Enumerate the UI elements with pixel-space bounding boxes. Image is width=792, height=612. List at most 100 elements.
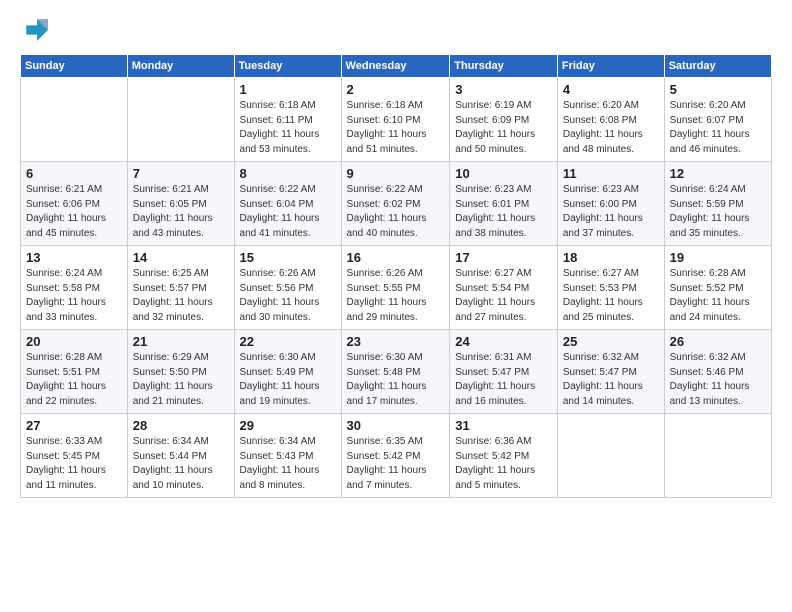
day-info: Sunrise: 6:24 AM Sunset: 5:59 PM Dayligh… [670,183,766,241]
day-info: Sunrise: 6:22 AM Sunset: 6:04 PM Dayligh… [240,183,336,241]
calendar-cell: 12Sunrise: 6:24 AM Sunset: 5:59 PM Dayli… [664,162,771,246]
calendar-cell [557,414,664,498]
calendar-cell: 31 Sunrise: 6:36 AM Sunset: 5:42 PM Dayli… [450,414,558,498]
day-info: Sunrise: 6:20 AM Sunset: 6:08 PM Dayligh… [563,99,659,157]
calendar-cell: 23 Sunrise: 6:30 AM Sunset: 5:48 PM Dayli… [341,330,450,414]
calendar-cell: 26 Sunrise: 6:32 AM Sunset: 5:46 PM Dayli… [664,330,771,414]
day-number: 3 [455,82,552,97]
calendar-cell: 4 Sunrise: 6:20 AM Sunset: 6:08 PM Daylig… [557,78,664,162]
day-number: 31 [455,418,552,433]
calendar-cell: 27 Sunrise: 6:33 AM Sunset: 5:45 PM Dayli… [21,414,128,498]
week-row-4: 20 Sunrise: 6:28 AM Sunset: 5:51 PM Dayli… [21,330,772,414]
day-number: 9 [347,166,445,181]
day-info: Sunrise: 6:34 AM Sunset: 5:44 PM Dayligh… [133,435,229,493]
calendar-cell: 17 Sunrise: 6:27 AM Sunset: 5:54 PM Dayli… [450,246,558,330]
day-number: 29 [240,418,336,433]
day-number: 30 [347,418,445,433]
day-number: 11 [563,166,659,181]
day-number: 20 [26,334,122,349]
day-info: Sunrise: 6:32 AM Sunset: 5:46 PM Dayligh… [670,351,766,409]
day-number: 18 [563,250,659,265]
calendar-cell [127,78,234,162]
calendar-cell: 11 Sunrise: 6:23 AM Sunset: 6:00 PM Dayli… [557,162,664,246]
calendar-cell: 24 Sunrise: 6:31 AM Sunset: 5:47 PM Dayli… [450,330,558,414]
day-info: Sunrise: 6:31 AM Sunset: 5:47 PM Dayligh… [455,351,552,409]
calendar-cell: 30 Sunrise: 6:35 AM Sunset: 5:42 PM Dayli… [341,414,450,498]
day-info: Sunrise: 6:21 AM Sunset: 6:05 PM Dayligh… [133,183,229,241]
calendar-cell: 16 Sunrise: 6:26 AM Sunset: 5:55 PM Dayli… [341,246,450,330]
day-number: 10 [455,166,552,181]
calendar-cell: 19 Sunrise: 6:28 AM Sunset: 5:52 PM Dayli… [664,246,771,330]
calendar-cell: 10 Sunrise: 6:23 AM Sunset: 6:01 PM Dayli… [450,162,558,246]
day-info: Sunrise: 6:18 AM Sunset: 6:10 PM Dayligh… [347,99,445,157]
day-info: Sunrise: 6:33 AM Sunset: 5:45 PM Dayligh… [26,435,122,493]
week-row-5: 27 Sunrise: 6:33 AM Sunset: 5:45 PM Dayli… [21,414,772,498]
day-info: Sunrise: 6:32 AM Sunset: 5:47 PM Dayligh… [563,351,659,409]
week-row-3: 13 Sunrise: 6:24 AM Sunset: 5:58 PM Dayli… [21,246,772,330]
calendar-cell: 7 Sunrise: 6:21 AM Sunset: 6:05 PM Daylig… [127,162,234,246]
day-number: 25 [563,334,659,349]
calendar-cell: 9Sunrise: 6:22 AM Sunset: 6:02 PM Daylig… [341,162,450,246]
week-row-2: 6 Sunrise: 6:21 AM Sunset: 6:06 PM Daylig… [21,162,772,246]
calendar: SundayMondayTuesdayWednesdayThursdayFrid… [20,54,772,498]
calendar-cell: 5 Sunrise: 6:20 AM Sunset: 6:07 PM Daylig… [664,78,771,162]
day-info: Sunrise: 6:26 AM Sunset: 5:55 PM Dayligh… [347,267,445,325]
day-number: 4 [563,82,659,97]
day-number: 7 [133,166,229,181]
day-number: 21 [133,334,229,349]
weekday-header-saturday: Saturday [664,55,771,78]
day-number: 6 [26,166,122,181]
day-info: Sunrise: 6:34 AM Sunset: 5:43 PM Dayligh… [240,435,336,493]
day-number: 1 [240,82,336,97]
day-number: 16 [347,250,445,265]
day-info: Sunrise: 6:30 AM Sunset: 5:48 PM Dayligh… [347,351,445,409]
logo-icon [20,16,48,44]
day-info: Sunrise: 6:35 AM Sunset: 5:42 PM Dayligh… [347,435,445,493]
weekday-header-sunday: Sunday [21,55,128,78]
day-number: 13 [26,250,122,265]
day-info: Sunrise: 6:28 AM Sunset: 5:52 PM Dayligh… [670,267,766,325]
calendar-cell: 2 Sunrise: 6:18 AM Sunset: 6:10 PM Daylig… [341,78,450,162]
calendar-cell: 3 Sunrise: 6:19 AM Sunset: 6:09 PM Daylig… [450,78,558,162]
day-info: Sunrise: 6:28 AM Sunset: 5:51 PM Dayligh… [26,351,122,409]
page: SundayMondayTuesdayWednesdayThursdayFrid… [0,0,792,612]
day-info: Sunrise: 6:19 AM Sunset: 6:09 PM Dayligh… [455,99,552,157]
day-info: Sunrise: 6:23 AM Sunset: 6:00 PM Dayligh… [563,183,659,241]
calendar-cell: 8 Sunrise: 6:22 AM Sunset: 6:04 PM Daylig… [234,162,341,246]
day-number: 14 [133,250,229,265]
day-info: Sunrise: 6:27 AM Sunset: 5:54 PM Dayligh… [455,267,552,325]
header [20,16,772,44]
day-info: Sunrise: 6:21 AM Sunset: 6:06 PM Dayligh… [26,183,122,241]
calendar-cell: 14 Sunrise: 6:25 AM Sunset: 5:57 PM Dayli… [127,246,234,330]
day-info: Sunrise: 6:25 AM Sunset: 5:57 PM Dayligh… [133,267,229,325]
week-row-1: 1Sunrise: 6:18 AM Sunset: 6:11 PM Daylig… [21,78,772,162]
calendar-cell: 20 Sunrise: 6:28 AM Sunset: 5:51 PM Dayli… [21,330,128,414]
day-info: Sunrise: 6:20 AM Sunset: 6:07 PM Dayligh… [670,99,766,157]
day-number: 22 [240,334,336,349]
day-info: Sunrise: 6:36 AM Sunset: 5:42 PM Dayligh… [455,435,552,493]
calendar-cell: 22Sunrise: 6:30 AM Sunset: 5:49 PM Dayli… [234,330,341,414]
calendar-cell [21,78,128,162]
calendar-cell: 6 Sunrise: 6:21 AM Sunset: 6:06 PM Daylig… [21,162,128,246]
calendar-cell: 15Sunrise: 6:26 AM Sunset: 5:56 PM Dayli… [234,246,341,330]
day-info: Sunrise: 6:23 AM Sunset: 6:01 PM Dayligh… [455,183,552,241]
day-info: Sunrise: 6:24 AM Sunset: 5:58 PM Dayligh… [26,267,122,325]
day-number: 2 [347,82,445,97]
day-number: 27 [26,418,122,433]
weekday-header-monday: Monday [127,55,234,78]
day-number: 23 [347,334,445,349]
calendar-cell: 1Sunrise: 6:18 AM Sunset: 6:11 PM Daylig… [234,78,341,162]
day-number: 24 [455,334,552,349]
day-number: 26 [670,334,766,349]
weekday-header-thursday: Thursday [450,55,558,78]
day-number: 8 [240,166,336,181]
day-number: 17 [455,250,552,265]
calendar-cell: 13 Sunrise: 6:24 AM Sunset: 5:58 PM Dayli… [21,246,128,330]
calendar-cell: 21Sunrise: 6:29 AM Sunset: 5:50 PM Dayli… [127,330,234,414]
calendar-cell: 25 Sunrise: 6:32 AM Sunset: 5:47 PM Dayli… [557,330,664,414]
day-number: 19 [670,250,766,265]
weekday-header-tuesday: Tuesday [234,55,341,78]
day-number: 5 [670,82,766,97]
day-number: 15 [240,250,336,265]
calendar-cell: 29 Sunrise: 6:34 AM Sunset: 5:43 PM Dayli… [234,414,341,498]
